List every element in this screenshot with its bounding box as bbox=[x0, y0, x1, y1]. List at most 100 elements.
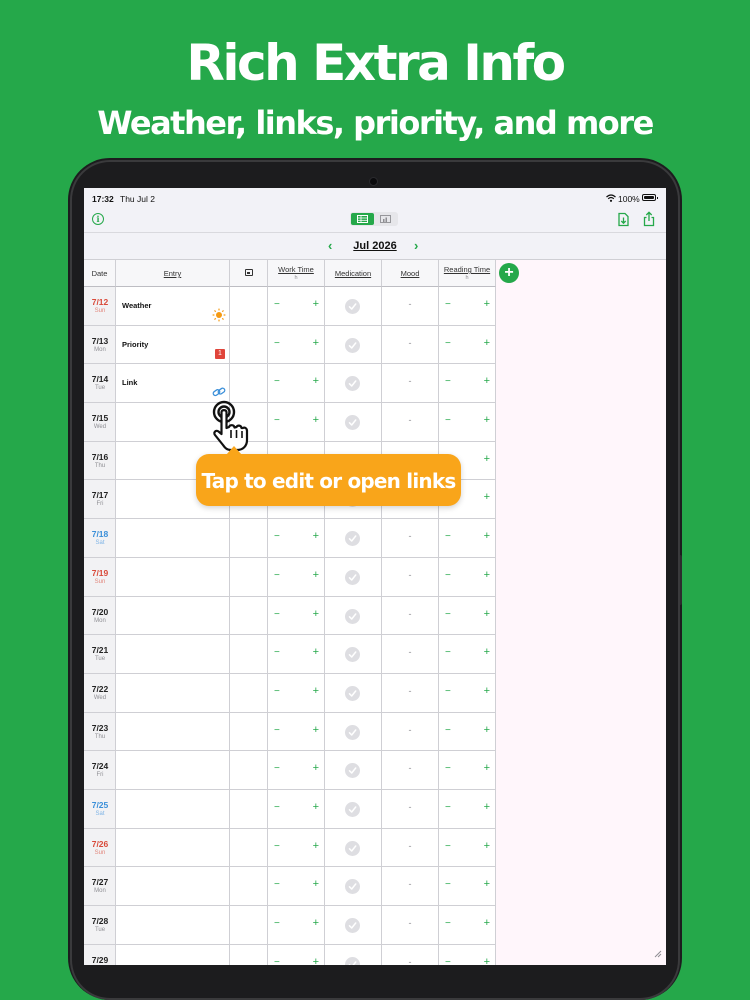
check-icon[interactable] bbox=[345, 685, 360, 701]
entry-cell[interactable] bbox=[116, 789, 230, 829]
reading-time-cell[interactable]: −+ bbox=[439, 325, 496, 365]
reading-time-cell[interactable]: −+ bbox=[439, 287, 496, 326]
work-time-minus-button[interactable]: − bbox=[274, 338, 280, 349]
reading-time-cell[interactable]: −+ bbox=[439, 557, 496, 597]
entry-cell[interactable]: Weather bbox=[116, 287, 230, 326]
work-time-minus-button[interactable]: − bbox=[274, 570, 280, 581]
work-time-plus-button[interactable]: + bbox=[313, 298, 319, 310]
photo-cell[interactable] bbox=[230, 751, 268, 790]
check-icon[interactable] bbox=[345, 415, 360, 431]
reading-time-plus-button[interactable]: + bbox=[484, 685, 490, 697]
reading-time-minus-button[interactable]: − bbox=[445, 338, 451, 349]
check-icon[interactable] bbox=[345, 840, 360, 856]
work-time-plus-button[interactable]: + bbox=[313, 956, 319, 965]
work-time-plus-button[interactable]: + bbox=[313, 724, 319, 736]
check-icon[interactable] bbox=[345, 299, 360, 314]
reading-time-cell[interactable]: −+ bbox=[439, 944, 496, 965]
work-time-minus-button[interactable]: − bbox=[274, 415, 280, 426]
header-entry[interactable]: Entry bbox=[116, 260, 230, 287]
photo-cell[interactable] bbox=[230, 867, 268, 906]
next-month-button[interactable]: › bbox=[414, 238, 418, 253]
priority-icon[interactable]: 1 bbox=[215, 348, 225, 359]
medication-cell[interactable] bbox=[325, 364, 382, 404]
work-time-plus-button[interactable]: + bbox=[313, 801, 319, 813]
table-view-button[interactable] bbox=[351, 213, 374, 225]
work-time-minus-button[interactable]: − bbox=[274, 725, 280, 736]
link-icon[interactable] bbox=[212, 386, 226, 398]
photo-cell[interactable] bbox=[230, 325, 268, 365]
medication-cell[interactable] bbox=[325, 557, 382, 597]
entry-cell[interactable]: Link bbox=[116, 364, 230, 404]
reading-time-plus-button[interactable]: + bbox=[484, 956, 490, 965]
entry-cell[interactable]: Priority 1 bbox=[116, 325, 230, 365]
work-time-minus-button[interactable]: − bbox=[274, 376, 280, 387]
month-label[interactable]: Jul 2026 bbox=[344, 240, 406, 252]
entry-cell[interactable] bbox=[116, 751, 230, 790]
reading-time-minus-button[interactable]: − bbox=[445, 647, 451, 658]
entry-cell[interactable] bbox=[116, 673, 230, 713]
work-time-plus-button[interactable]: + bbox=[313, 414, 319, 426]
medication-cell[interactable] bbox=[325, 712, 382, 752]
medication-cell[interactable] bbox=[325, 828, 382, 868]
reading-time-cell[interactable]: −+ bbox=[439, 596, 496, 636]
entry-cell[interactable] bbox=[116, 596, 230, 636]
entry-cell[interactable] bbox=[116, 906, 230, 945]
header-photo[interactable] bbox=[230, 260, 268, 287]
resize-handle-icon[interactable] bbox=[652, 948, 662, 958]
entry-cell[interactable] bbox=[116, 944, 230, 965]
check-icon[interactable] bbox=[345, 569, 360, 585]
mood-cell[interactable]: - bbox=[382, 403, 439, 442]
mood-cell[interactable]: - bbox=[382, 944, 439, 965]
work-time-minus-button[interactable]: − bbox=[274, 802, 280, 813]
reading-time-minus-button[interactable]: − bbox=[445, 415, 451, 426]
check-icon[interactable] bbox=[345, 647, 360, 663]
work-time-plus-button[interactable]: + bbox=[313, 840, 319, 852]
work-time-cell[interactable]: −+ bbox=[268, 673, 325, 713]
work-time-cell[interactable]: −+ bbox=[268, 944, 325, 965]
work-time-plus-button[interactable]: + bbox=[313, 569, 319, 581]
reading-time-minus-button[interactable]: − bbox=[445, 376, 451, 387]
reading-time-cell[interactable]: −+ bbox=[439, 751, 496, 790]
reading-time-plus-button[interactable]: + bbox=[484, 298, 490, 310]
work-time-plus-button[interactable]: + bbox=[313, 337, 319, 349]
reading-time-plus-button[interactable]: + bbox=[484, 530, 490, 542]
add-column-button[interactable]: + bbox=[499, 263, 519, 283]
reading-time-cell[interactable]: −+ bbox=[439, 828, 496, 868]
entry-cell[interactable] bbox=[116, 557, 230, 597]
mood-cell[interactable]: - bbox=[382, 712, 439, 752]
medication-cell[interactable] bbox=[325, 287, 382, 326]
mood-cell[interactable]: - bbox=[382, 287, 439, 326]
work-time-plus-button[interactable]: + bbox=[313, 608, 319, 620]
mood-cell[interactable]: - bbox=[382, 789, 439, 829]
mood-cell[interactable]: - bbox=[382, 519, 439, 558]
mood-cell[interactable]: - bbox=[382, 673, 439, 713]
work-time-cell[interactable]: −+ bbox=[268, 403, 325, 442]
work-time-minus-button[interactable]: − bbox=[274, 647, 280, 658]
work-time-cell[interactable]: −+ bbox=[268, 712, 325, 752]
work-time-minus-button[interactable]: − bbox=[274, 299, 280, 310]
medication-cell[interactable] bbox=[325, 635, 382, 674]
work-time-cell[interactable]: −+ bbox=[268, 828, 325, 868]
work-time-minus-button[interactable]: − bbox=[274, 918, 280, 929]
work-time-plus-button[interactable]: + bbox=[313, 530, 319, 542]
mood-cell[interactable]: - bbox=[382, 635, 439, 674]
work-time-minus-button[interactable]: − bbox=[274, 531, 280, 542]
photo-cell[interactable] bbox=[230, 635, 268, 674]
work-time-minus-button[interactable]: − bbox=[274, 957, 280, 965]
reading-time-cell[interactable]: −+ bbox=[439, 789, 496, 829]
mood-cell[interactable]: - bbox=[382, 596, 439, 636]
reading-time-plus-button[interactable]: + bbox=[484, 801, 490, 813]
reading-time-cell[interactable]: −+ bbox=[439, 867, 496, 906]
reading-time-plus-button[interactable]: + bbox=[484, 453, 490, 465]
work-time-cell[interactable]: −+ bbox=[268, 867, 325, 906]
check-icon[interactable] bbox=[345, 376, 360, 392]
medication-cell[interactable] bbox=[325, 867, 382, 906]
work-time-cell[interactable]: −+ bbox=[268, 906, 325, 945]
check-icon[interactable] bbox=[345, 337, 360, 353]
mood-cell[interactable]: - bbox=[382, 867, 439, 906]
reading-time-plus-button[interactable]: + bbox=[484, 414, 490, 426]
work-time-cell[interactable]: −+ bbox=[268, 519, 325, 558]
photo-cell[interactable] bbox=[230, 789, 268, 829]
work-time-minus-button[interactable]: − bbox=[274, 841, 280, 852]
mood-cell[interactable]: - bbox=[382, 828, 439, 868]
